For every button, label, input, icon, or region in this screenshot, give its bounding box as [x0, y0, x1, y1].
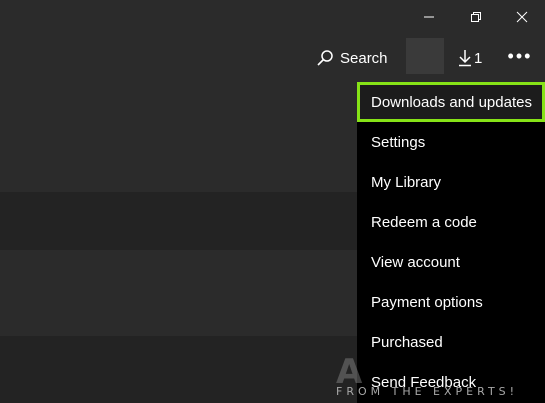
menu-item-label: Downloads and updates	[371, 93, 532, 111]
menu-item-redeem-a-code[interactable]: Redeem a code	[357, 202, 545, 242]
restore-button[interactable]	[453, 0, 499, 34]
search-label: Search	[340, 49, 388, 67]
menu-item-view-account[interactable]: View account	[357, 242, 545, 282]
menu-item-label: Redeem a code	[371, 213, 477, 231]
more-icon: •••	[507, 45, 533, 66]
menu-item-label: View account	[371, 253, 460, 271]
menu-item-label: Payment options	[371, 293, 483, 311]
menu-item-payment-options[interactable]: Payment options	[357, 282, 545, 322]
downloads-count: 1	[474, 49, 483, 67]
menu-item-my-library[interactable]: My Library	[357, 162, 545, 202]
avatar[interactable]	[406, 38, 444, 74]
title-bar	[0, 0, 545, 36]
close-icon	[516, 11, 528, 23]
restore-icon	[471, 12, 481, 22]
watermark-tagline: FROM THE EXPERTS!	[336, 385, 519, 398]
more-options-button[interactable]: •••	[500, 42, 540, 70]
app-header: Search 1 •••	[0, 36, 545, 82]
minimize-button[interactable]	[406, 0, 452, 34]
menu-item-label: My Library	[371, 173, 442, 191]
more-options-menu: Downloads and updates Settings My Librar…	[357, 82, 545, 403]
menu-item-label: Purchased	[371, 333, 443, 351]
minimize-icon	[424, 16, 434, 18]
menu-item-downloads-and-updates[interactable]: Downloads and updates	[357, 82, 545, 122]
downloads-button[interactable]: 1	[458, 44, 482, 72]
search-icon	[317, 50, 333, 66]
menu-item-label: Settings	[371, 133, 426, 151]
download-arrow-icon	[459, 50, 471, 67]
search-button[interactable]: Search	[316, 44, 388, 72]
close-button[interactable]	[499, 0, 545, 34]
menu-item-settings[interactable]: Settings	[357, 122, 545, 162]
menu-item-purchased[interactable]: Purchased	[357, 322, 545, 362]
